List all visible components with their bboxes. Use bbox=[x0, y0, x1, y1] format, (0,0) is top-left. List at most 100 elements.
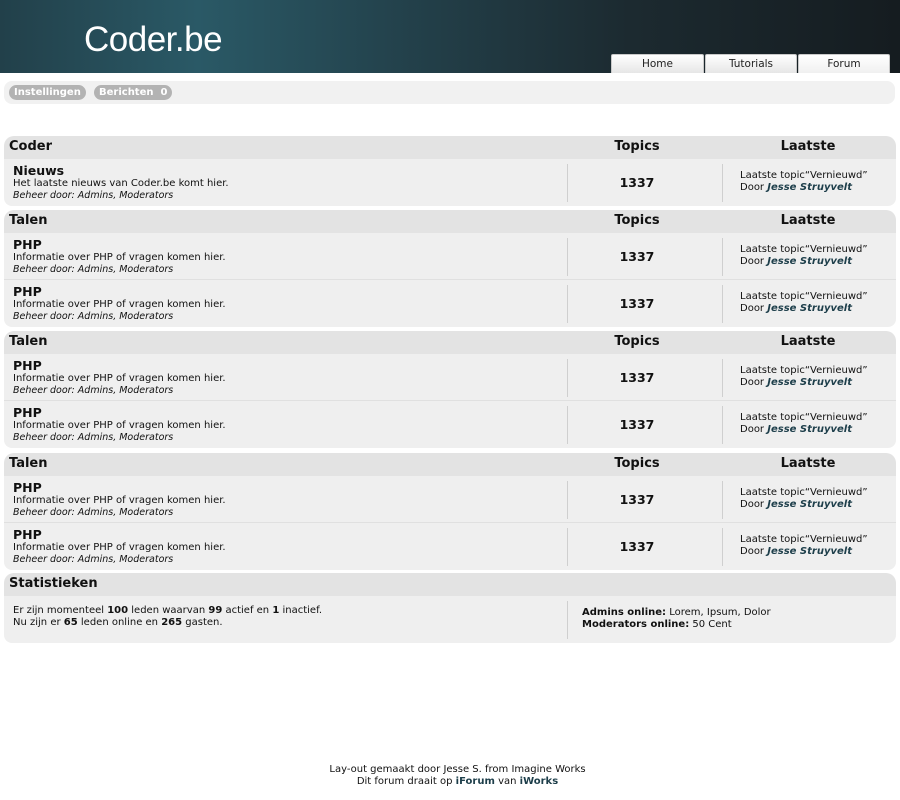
stats-text: Nu zijn er bbox=[13, 617, 61, 628]
moderators-list[interactable]: Admins, Moderators bbox=[78, 507, 173, 518]
author-link[interactable]: Jesse Struyvelt bbox=[767, 377, 852, 388]
author-link[interactable]: Jesse Struyvelt bbox=[767, 182, 852, 193]
last-topic-link[interactable]: “Vernieuwd” bbox=[805, 487, 868, 498]
site-logo[interactable]: Coder.be bbox=[84, 20, 223, 60]
user-bar: Instellingen Berichten 0 bbox=[4, 81, 895, 104]
forum-row: PHP Informatie over PHP of vragen komen … bbox=[4, 280, 896, 327]
column-divider bbox=[722, 238, 723, 276]
tab-tutorials[interactable]: Tutorials bbox=[705, 54, 797, 73]
category-header: Talen Topics Laatste bbox=[4, 331, 896, 354]
author-link[interactable]: Jesse Struyvelt bbox=[767, 303, 852, 314]
messages-label: Berichten bbox=[99, 87, 154, 98]
forum-row: PHP Informatie over PHP of vragen komen … bbox=[4, 401, 896, 448]
category-body: PHP Informatie over PHP of vragen komen … bbox=[4, 476, 896, 570]
author-prefix: Door bbox=[740, 546, 765, 557]
topics-column-header: Topics bbox=[614, 213, 660, 228]
last-topic-link[interactable]: “Vernieuwd” bbox=[805, 412, 868, 423]
topic-count: 1337 bbox=[619, 492, 655, 507]
moderators-online-label: Moderators online: bbox=[582, 619, 690, 630]
forum-moderators: Beheer door: Admins, Moderators bbox=[13, 264, 173, 275]
category-title: Coder bbox=[9, 139, 53, 154]
forum-name-link[interactable]: PHP bbox=[13, 284, 42, 299]
active-count: 99 bbox=[208, 605, 223, 616]
moderators-online-list[interactable]: 50 Cent bbox=[692, 619, 731, 630]
last-topic-prefix: Laatste topic bbox=[740, 365, 805, 376]
iforum-link[interactable]: iForum bbox=[456, 776, 495, 787]
forum-moderators: Beheer door: Admins, Moderators bbox=[13, 507, 173, 518]
forum-row: PHP Informatie over PHP of vragen komen … bbox=[4, 354, 896, 401]
last-topic-link[interactable]: “Vernieuwd” bbox=[805, 244, 868, 255]
author-link[interactable]: Jesse Struyvelt bbox=[767, 499, 852, 510]
topic-count: 1337 bbox=[619, 175, 655, 190]
footer-text: van bbox=[498, 776, 517, 787]
last-topic-info: Laatste topic“Vernieuwd” Door Jesse Stru… bbox=[740, 365, 868, 389]
moderators-list[interactable]: Admins, Moderators bbox=[78, 432, 173, 443]
column-divider bbox=[722, 528, 723, 566]
topic-count: 1337 bbox=[619, 296, 655, 311]
category-body: PHP Informatie over PHP of vragen komen … bbox=[4, 354, 896, 448]
last-topic-link[interactable]: “Vernieuwd” bbox=[805, 534, 868, 545]
column-divider bbox=[567, 238, 568, 276]
last-topic-info: Laatste topic“Vernieuwd” Door Jesse Stru… bbox=[740, 244, 868, 268]
last-topic-info: Laatste topic“Vernieuwd” Door Jesse Stru… bbox=[740, 291, 868, 315]
stats-text: gasten. bbox=[185, 617, 223, 628]
topics-column-header: Topics bbox=[614, 456, 660, 471]
forum-row: PHP Informatie over PHP of vragen komen … bbox=[4, 523, 896, 570]
stats-text: actief en bbox=[225, 605, 270, 616]
forum-moderators: Beheer door: Admins, Moderators bbox=[13, 432, 173, 443]
topics-column-header: Topics bbox=[614, 139, 660, 154]
last-topic-link[interactable]: “Vernieuwd” bbox=[805, 170, 868, 181]
moderators-list[interactable]: Admins, Moderators bbox=[78, 190, 173, 201]
iworks-link[interactable]: iWorks bbox=[520, 776, 559, 787]
forum-moderators: Beheer door: Admins, Moderators bbox=[13, 554, 173, 565]
last-topic-info: Laatste topic“Vernieuwd” Door Jesse Stru… bbox=[740, 170, 868, 194]
author-prefix: Door bbox=[740, 424, 765, 435]
settings-button[interactable]: Instellingen bbox=[9, 85, 86, 100]
footer-credit: Lay-out gemaakt door Jesse S. from Imagi… bbox=[329, 764, 586, 775]
member-count: 100 bbox=[107, 605, 129, 616]
messages-count: 0 bbox=[160, 87, 168, 98]
moderators-list[interactable]: Admins, Moderators bbox=[78, 554, 173, 565]
forum-name-link[interactable]: PHP bbox=[13, 358, 42, 373]
last-topic-prefix: Laatste topic bbox=[740, 487, 805, 498]
column-divider bbox=[722, 359, 723, 397]
column-divider bbox=[567, 528, 568, 566]
admins-online-list[interactable]: Lorem, Ipsum, Dolor bbox=[669, 607, 770, 618]
last-topic-link[interactable]: “Vernieuwd” bbox=[805, 291, 868, 302]
moderators-list[interactable]: Admins, Moderators bbox=[78, 264, 173, 275]
forum-name-link[interactable]: PHP bbox=[13, 480, 42, 495]
author-link[interactable]: Jesse Struyvelt bbox=[767, 424, 852, 435]
author-link[interactable]: Jesse Struyvelt bbox=[767, 256, 852, 267]
stats-title: Statistieken bbox=[9, 576, 98, 591]
forum-name-link[interactable]: PHP bbox=[13, 405, 42, 420]
category-header: Talen Topics Laatste bbox=[4, 453, 896, 476]
column-divider bbox=[722, 285, 723, 323]
forum-name-link[interactable]: PHP bbox=[13, 237, 42, 252]
online-staff: Admins online: Lorem, Ipsum, Dolor Moder… bbox=[582, 607, 771, 631]
messages-button[interactable]: Berichten 0 bbox=[94, 85, 173, 100]
forum-moderators: Beheer door: Admins, Moderators bbox=[13, 385, 173, 396]
category-title: Talen bbox=[9, 334, 48, 349]
online-member-count: 65 bbox=[63, 617, 78, 628]
last-topic-prefix: Laatste topic bbox=[740, 244, 805, 255]
tab-home[interactable]: Home bbox=[611, 54, 704, 73]
last-topic-link[interactable]: “Vernieuwd” bbox=[805, 365, 868, 376]
latest-column-header: Laatste bbox=[780, 213, 836, 228]
column-divider bbox=[567, 285, 568, 323]
last-topic-prefix: Laatste topic bbox=[740, 412, 805, 423]
moderators-list[interactable]: Admins, Moderators bbox=[78, 311, 173, 322]
author-prefix: Door bbox=[740, 182, 765, 193]
tab-forum[interactable]: Forum bbox=[798, 54, 890, 73]
author-prefix: Door bbox=[740, 256, 765, 267]
last-topic-prefix: Laatste topic bbox=[740, 534, 805, 545]
category-title: Talen bbox=[9, 456, 48, 471]
latest-column-header: Laatste bbox=[780, 334, 836, 349]
forum-name-link[interactable]: Nieuws bbox=[13, 163, 64, 178]
column-divider bbox=[722, 481, 723, 519]
forum-row: PHP Informatie over PHP of vragen komen … bbox=[4, 233, 896, 280]
moderators-list[interactable]: Admins, Moderators bbox=[78, 385, 173, 396]
author-link[interactable]: Jesse Struyvelt bbox=[767, 546, 852, 557]
topics-column-header: Topics bbox=[614, 334, 660, 349]
forum-description: Informatie over PHP of vragen komen hier… bbox=[13, 420, 226, 431]
forum-name-link[interactable]: PHP bbox=[13, 527, 42, 542]
